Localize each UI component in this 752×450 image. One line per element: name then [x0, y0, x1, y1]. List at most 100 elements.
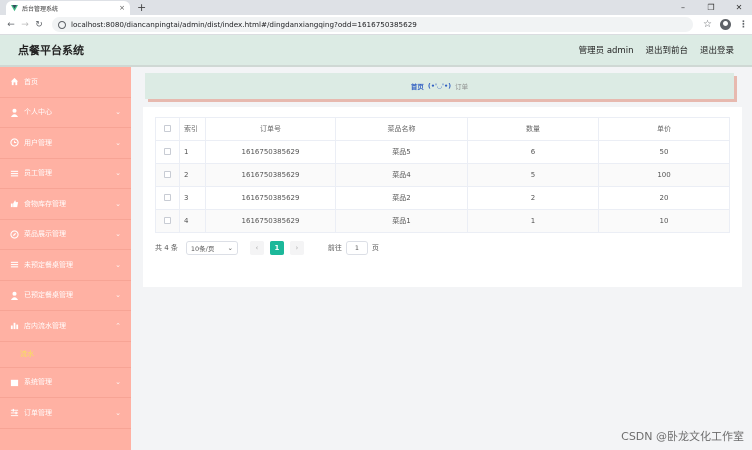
browser-tab-title: 后台管理系统: [22, 5, 59, 13]
main-content: 首页 (•'◡'•) 订单 索引 订单号 菜品名称 数量 单价 1 161675…: [131, 67, 752, 450]
back-icon[interactable]: ←: [4, 20, 18, 30]
sliders-icon: [10, 408, 19, 417]
info-icon[interactable]: [58, 20, 66, 29]
sidebar-item-label: 店内流水管理: [24, 321, 66, 330]
chevron-down-icon: ⌄: [115, 108, 121, 117]
chevron-down-icon: ⌄: [115, 230, 121, 239]
browser-tab[interactable]: 后台管理系统 ×: [6, 1, 130, 15]
goto-prefix: 前往: [327, 244, 342, 252]
chevron-down-icon: ⌄: [115, 169, 121, 178]
sidebar-item-users[interactable]: 用户管理 ⌄: [0, 128, 131, 159]
cell-qty: 1: [467, 209, 599, 233]
select-all-cell[interactable]: [155, 117, 180, 141]
vue-logo-icon: [11, 4, 18, 12]
chevron-up-icon: ⌃: [115, 321, 121, 330]
column-header-order: 订单号: [205, 117, 336, 141]
goto-page: 前往 1 页: [328, 241, 379, 255]
table-row[interactable]: 4 1616750385629 菜品1 1 10: [155, 209, 730, 233]
row-select-cell[interactable]: [155, 209, 180, 233]
sidebar-item-label: 食物库存管理: [24, 199, 66, 208]
forward-icon[interactable]: →: [18, 20, 32, 30]
sidebar-item-label: 已预定餐桌管理: [24, 291, 73, 300]
cell-order: 1616750385629: [205, 140, 336, 164]
cell-dish: 菜品2: [335, 186, 468, 210]
cell-index: 1: [179, 140, 206, 164]
sidebar-item-staff[interactable]: 员工管理 ⌄: [0, 159, 131, 189]
pagination-total: 共 4 条: [155, 244, 178, 252]
order-detail-card: 索引 订单号 菜品名称 数量 单价 1 1616750385629 菜品5 6: [143, 107, 742, 287]
app-title: 点餐平台系统: [18, 44, 84, 57]
cell-order: 1616750385629: [205, 163, 336, 187]
cell-price: 50: [598, 140, 730, 164]
row-select-cell[interactable]: [155, 186, 180, 210]
close-tab-icon[interactable]: ×: [119, 4, 125, 12]
sidebar-item-store-flow[interactable]: 店内流水管理 ⌃: [0, 311, 131, 342]
cell-qty: 6: [467, 140, 599, 164]
breadcrumb-separator: (•'◡'•): [427, 82, 452, 90]
breadcrumb-current: 订单: [455, 83, 469, 91]
thumb-icon: [10, 199, 19, 208]
chevron-down-icon: ⌄: [115, 138, 121, 147]
sidebar-item-profile[interactable]: 个人中心 ⌄: [0, 98, 131, 128]
sidebar-item-orders[interactable]: 订单管理 ⌄: [0, 398, 131, 429]
logout-link[interactable]: 退出登录: [700, 44, 734, 56]
new-tab-button[interactable]: +: [137, 1, 146, 14]
browser-toolbar: ← → ↻ localhost:8080/diancanpingtai/admi…: [0, 15, 752, 35]
chevron-down-icon: ⌄: [115, 199, 121, 208]
url-text[interactable]: localhost:8080/diancanpingtai/admin/dist…: [71, 20, 687, 29]
table-header-row: 索引 订单号 菜品名称 数量 单价: [155, 117, 730, 141]
window-close-icon[interactable]: ✕: [728, 0, 750, 15]
sidebar-item-reserved-tables[interactable]: 已预定餐桌管理 ⌄: [0, 281, 131, 311]
profile-avatar-icon[interactable]: [720, 19, 731, 30]
chevron-down-icon: ⌄: [115, 291, 121, 300]
box-icon: [10, 378, 19, 387]
prev-page-button[interactable]: ‹: [249, 241, 264, 255]
column-header-price: 单价: [598, 117, 730, 141]
bookmark-star-icon[interactable]: ☆: [703, 19, 712, 30]
back-to-front-link[interactable]: 退出到前台: [645, 44, 688, 56]
sidebar-item-food-stock[interactable]: 食物库存管理 ⌄: [0, 189, 131, 220]
column-header-index: 索引: [179, 117, 206, 141]
chevron-down-icon: ⌄: [227, 244, 233, 252]
cell-qty: 2: [467, 186, 599, 210]
page-size-value: 10条/页: [190, 245, 215, 253]
sidebar-item-unreserved-tables[interactable]: 未预定餐桌管理 ⌄: [0, 250, 131, 281]
cell-price: 20: [598, 186, 730, 210]
table-row[interactable]: 3 1616750385629 菜品2 2 20: [155, 186, 730, 210]
row-checkbox[interactable]: [164, 170, 171, 178]
sidebar-subitem-flow[interactable]: 流水: [0, 342, 131, 368]
goto-page-input[interactable]: 1: [345, 241, 368, 255]
row-select-cell[interactable]: [155, 140, 180, 164]
reload-icon[interactable]: ↻: [32, 20, 46, 30]
page-number-current[interactable]: 1: [269, 241, 284, 255]
menu-kebab-icon[interactable]: ⋮: [739, 20, 748, 30]
row-checkbox[interactable]: [164, 147, 171, 155]
cell-index: 4: [179, 209, 206, 233]
compass-icon: [10, 230, 19, 239]
sidebar-item-dish-display[interactable]: 菜品展示管理 ⌄: [0, 220, 131, 250]
address-bar[interactable]: localhost:8080/diancanpingtai/admin/dist…: [52, 17, 694, 32]
admin-label: 管理员 admin: [578, 46, 634, 56]
sidebar-item-label: 用户管理: [24, 138, 52, 147]
cell-qty: 5: [467, 163, 599, 187]
breadcrumb-home[interactable]: 首页: [411, 81, 424, 91]
table-row[interactable]: 2 1616750385629 菜品4 5 100: [155, 163, 730, 187]
page-size-select[interactable]: 10条/页 ⌄: [185, 241, 238, 255]
minimize-icon[interactable]: –: [672, 0, 694, 15]
table-row[interactable]: 1 1616750385629 菜品5 6 50: [155, 140, 730, 164]
next-page-button[interactable]: ›: [289, 241, 304, 255]
chevron-down-icon: ⌄: [115, 378, 121, 387]
sidebar-item-label: 个人中心: [24, 108, 52, 117]
cell-index: 3: [179, 186, 206, 210]
sidebar-subitem-label: 流水: [20, 350, 34, 358]
sidebar-item-label: 订单管理: [24, 408, 52, 417]
row-select-cell[interactable]: [155, 163, 180, 187]
row-checkbox[interactable]: [164, 216, 171, 224]
restore-icon[interactable]: ❐: [700, 0, 722, 15]
sidebar-item-system[interactable]: 系统管理 ⌄: [0, 368, 131, 398]
select-all-checkbox[interactable]: [164, 124, 171, 132]
row-checkbox[interactable]: [164, 193, 171, 201]
sidebar-item-home[interactable]: 首页: [0, 67, 131, 98]
breadcrumb: 首页 (•'◡'•) 订单: [145, 73, 734, 99]
clock-icon: [10, 138, 19, 147]
